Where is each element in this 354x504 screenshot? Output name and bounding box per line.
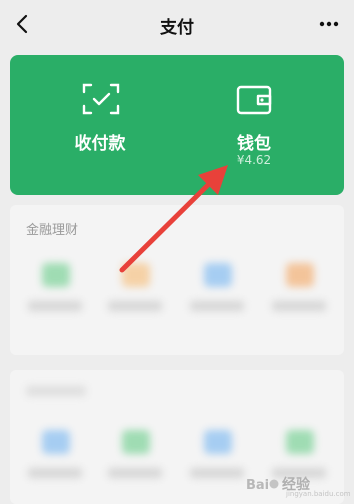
watermark-sub: jingyan.baidu.com <box>286 490 351 498</box>
service-label-placeholder <box>190 301 244 311</box>
receive-pay-button[interactable]: 收付款 <box>50 55 170 195</box>
page-title: 支付 <box>160 18 194 38</box>
finance-tile[interactable] <box>182 255 252 325</box>
service-label-placeholder <box>108 301 162 311</box>
watermark: Bai 经验 jingyan.baidu.com <box>246 472 351 498</box>
finance-tile[interactable] <box>100 255 170 325</box>
wallet-button[interactable]: 钱包 ¥4.62 <box>200 55 330 195</box>
wallet-balance: ¥4.62 <box>236 153 272 167</box>
payment-card: 收付款 钱包 ¥4.62 <box>10 55 344 195</box>
wallet-icon <box>236 85 272 115</box>
finance-tile[interactable] <box>264 255 334 325</box>
service-icon <box>42 263 70 287</box>
service-tile[interactable] <box>100 422 170 492</box>
service-icon <box>204 430 232 454</box>
finance-section: 金融理财 <box>10 205 344 355</box>
finance-tile[interactable] <box>20 255 90 325</box>
top-bar: 支付 <box>0 0 354 48</box>
service-icon <box>286 430 314 454</box>
service-label-placeholder <box>108 468 162 478</box>
service-label-placeholder <box>272 301 326 311</box>
baidu-paw-logo-icon: Bai <box>246 478 279 493</box>
service-icon <box>42 430 70 454</box>
service-label-placeholder <box>190 468 244 478</box>
service-icon <box>122 263 150 287</box>
service-label-placeholder <box>28 301 82 311</box>
section-title-placeholder <box>26 386 86 396</box>
scan-check-icon <box>82 83 120 115</box>
wallet-label: 钱包 <box>237 134 271 154</box>
service-label-placeholder <box>28 468 82 478</box>
more-dots-icon[interactable] <box>318 14 340 34</box>
service-icon <box>204 263 232 287</box>
receive-pay-label: 收付款 <box>74 134 126 154</box>
svg-text:Bai: Bai <box>246 478 269 493</box>
service-tile[interactable] <box>20 422 90 492</box>
finance-section-title: 金融理财 <box>26 223 79 238</box>
service-tile[interactable] <box>182 422 252 492</box>
service-icon <box>286 263 314 287</box>
service-icon <box>122 430 150 454</box>
